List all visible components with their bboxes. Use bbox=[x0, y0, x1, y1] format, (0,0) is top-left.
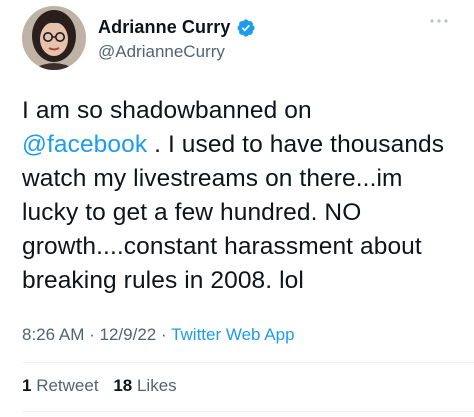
meta-separator: · bbox=[160, 325, 167, 344]
likes-stat[interactable]: 18 Likes bbox=[113, 376, 176, 395]
divider bbox=[22, 411, 474, 412]
tweet-card: Adrianne Curry @AdrianneCurry I am so sh… bbox=[0, 0, 474, 417]
divider bbox=[22, 362, 474, 363]
more-options-icon[interactable] bbox=[428, 13, 450, 23]
avatar[interactable] bbox=[22, 6, 86, 70]
meta-separator: · bbox=[89, 325, 95, 344]
display-name[interactable]: Adrianne Curry bbox=[98, 17, 230, 38]
tweet-metadata: 8:26 AM · 12/9/22 · Twitter Web App bbox=[22, 325, 295, 345]
tweet-date[interactable]: 12/9/22 bbox=[100, 325, 157, 344]
author-name-row: Adrianne Curry bbox=[98, 17, 256, 38]
tweet-text-part: I am so shadowbanned on bbox=[22, 97, 312, 124]
tweet-time[interactable]: 8:26 AM bbox=[22, 325, 84, 344]
handle[interactable]: @AdrianneCurry bbox=[98, 42, 225, 62]
retweets-stat[interactable]: 1 Retweet bbox=[22, 376, 99, 395]
mention-link[interactable]: @facebook bbox=[22, 131, 147, 158]
likes-label: Likes bbox=[136, 376, 177, 395]
tweet-source-link[interactable]: Twitter Web App bbox=[171, 325, 294, 344]
avatar-photo bbox=[22, 6, 86, 70]
verified-badge-icon bbox=[236, 18, 256, 38]
retweets-count: 1 bbox=[22, 376, 32, 395]
likes-count: 18 bbox=[113, 376, 133, 395]
tweet-text: I am so shadowbanned on @facebook . I us… bbox=[22, 94, 462, 298]
retweets-label: Retweet bbox=[36, 376, 99, 395]
engagement-stats: 1 Retweet 18 Likes bbox=[22, 376, 177, 396]
